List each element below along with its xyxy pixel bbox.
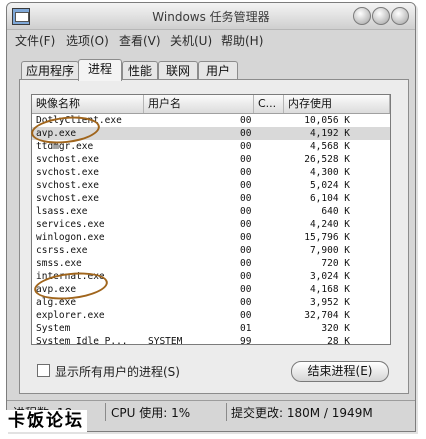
table-row[interactable]: System Idle P... SYSTEM 99 28 K xyxy=(32,335,390,345)
table-row[interactable]: svchost.exe 00 6,104 K xyxy=(32,192,390,205)
minimize-button[interactable] xyxy=(353,7,371,25)
process-user: SYSTEM xyxy=(148,336,183,345)
process-memory: 4,300 K xyxy=(309,167,350,178)
process-cpu: 00 xyxy=(240,297,252,308)
tab-applications[interactable]: 应用程序 xyxy=(21,61,79,80)
process-name: svchost.exe xyxy=(36,154,99,165)
table-row[interactable]: svchost.exe 00 4,300 K xyxy=(32,166,390,179)
table-row[interactable]: services.exe 00 4,240 K xyxy=(32,218,390,231)
process-cpu: 00 xyxy=(240,128,252,139)
column-header: 映像名称 用户名 C... 内存使用 xyxy=(32,95,390,114)
process-name: services.exe xyxy=(36,219,105,230)
menu-view[interactable]: 查看(V) xyxy=(119,32,161,49)
process-name: System Idle P... xyxy=(36,336,128,345)
menu-shutdown[interactable]: 关机(U) xyxy=(170,32,212,49)
process-memory: 28 K xyxy=(327,336,350,345)
process-memory: 4,192 K xyxy=(309,128,350,139)
process-cpu: 00 xyxy=(240,154,252,165)
process-cpu: 00 xyxy=(240,258,252,269)
process-memory: 5,024 K xyxy=(309,180,350,191)
process-cpu: 00 xyxy=(240,245,252,256)
menu-help[interactable]: 帮助(H) xyxy=(221,32,263,49)
status-divider xyxy=(105,403,106,421)
process-cpu: 00 xyxy=(240,180,252,191)
process-memory: 320 K xyxy=(321,323,350,334)
process-name: lsass.exe xyxy=(36,206,88,217)
close-button[interactable] xyxy=(391,7,409,25)
status-divider xyxy=(226,403,227,421)
menu-file[interactable]: 文件(F) xyxy=(15,32,55,49)
process-memory: 7,900 K xyxy=(309,245,350,256)
process-name: explorer.exe xyxy=(36,310,105,321)
process-cpu: 00 xyxy=(240,206,252,217)
process-name: svchost.exe xyxy=(36,167,99,178)
column-user-name[interactable]: 用户名 xyxy=(144,95,254,113)
tab-users[interactable]: 用户 xyxy=(198,61,238,80)
process-cpu: 00 xyxy=(240,193,252,204)
process-memory: 6,104 K xyxy=(309,193,350,204)
title-bar[interactable]: Windows 任务管理器 xyxy=(7,3,415,30)
process-cpu: 00 xyxy=(240,232,252,243)
process-memory: 640 K xyxy=(321,206,350,217)
show-all-users-label: 显示所有用户的进程(S) xyxy=(55,365,180,379)
process-memory: 4,168 K xyxy=(309,284,350,295)
process-memory: 720 K xyxy=(321,258,350,269)
column-memory[interactable]: 内存使用 xyxy=(284,95,390,113)
menu-bar: 文件(F) 选项(O) 查看(V) 关机(U) 帮助(H) xyxy=(7,29,415,49)
menu-options[interactable]: 选项(O) xyxy=(66,32,109,49)
maximize-button[interactable] xyxy=(372,7,390,25)
process-memory: 10,056 K xyxy=(304,115,350,126)
process-memory: 26,528 K xyxy=(304,154,350,165)
process-memory: 15,796 K xyxy=(304,232,350,243)
table-row[interactable]: ttdmgr.exe 00 4,568 K xyxy=(32,140,390,153)
table-row[interactable]: svchost.exe 00 5,024 K xyxy=(32,179,390,192)
end-process-button[interactable]: 结束进程(E) xyxy=(291,361,389,382)
status-commit-charge: 提交更改: 180M / 1949M xyxy=(231,406,373,420)
table-row[interactable]: svchost.exe 00 26,528 K xyxy=(32,153,390,166)
table-row[interactable]: System 01 320 K xyxy=(32,322,390,335)
column-image-name[interactable]: 映像名称 xyxy=(32,95,144,113)
process-name: smss.exe xyxy=(36,258,82,269)
tab-networking[interactable]: 联网 xyxy=(158,61,198,80)
process-name: csrss.exe xyxy=(36,245,88,256)
column-cpu[interactable]: C... xyxy=(254,95,284,113)
process-memory: 4,240 K xyxy=(309,219,350,230)
table-row[interactable]: smss.exe 00 720 K xyxy=(32,257,390,270)
process-memory: 3,952 K xyxy=(309,297,350,308)
tab-performance[interactable]: 性能 xyxy=(122,61,158,80)
task-manager-window: Windows 任务管理器 文件(F) 选项(O) 查看(V) 关机(U) 帮助… xyxy=(6,2,416,432)
process-cpu: 00 xyxy=(240,310,252,321)
tab-processes[interactable]: 进程 xyxy=(78,59,122,81)
process-cpu: 00 xyxy=(240,284,252,295)
process-name: winlogon.exe xyxy=(36,232,105,243)
process-name: System xyxy=(36,323,71,334)
process-cpu: 99 xyxy=(240,336,252,345)
process-cpu: 00 xyxy=(240,141,252,152)
process-cpu: 00 xyxy=(240,271,252,282)
table-row[interactable]: explorer.exe 00 32,704 K xyxy=(32,309,390,322)
process-name: svchost.exe xyxy=(36,180,99,191)
process-cpu: 00 xyxy=(240,167,252,178)
table-row[interactable]: csrss.exe 00 7,900 K xyxy=(32,244,390,257)
status-cpu-usage: CPU 使用: 1% xyxy=(111,406,191,420)
process-memory: 3,024 K xyxy=(309,271,350,282)
process-rows: DotlyClient.exe 00 10,056 Kavp.exe 00 4,192 … xyxy=(32,114,390,345)
table-row[interactable]: alg.exe 00 3,952 K xyxy=(32,296,390,309)
forum-watermark: 卡饭论坛 xyxy=(5,410,87,432)
process-memory: 4,568 K xyxy=(309,141,350,152)
show-all-users-checkbox[interactable] xyxy=(37,364,50,377)
process-name: svchost.exe xyxy=(36,193,99,204)
process-memory: 32,704 K xyxy=(304,310,350,321)
table-row[interactable]: winlogon.exe 00 15,796 K xyxy=(32,231,390,244)
table-row[interactable]: lsass.exe 00 640 K xyxy=(32,205,390,218)
process-cpu: 01 xyxy=(240,323,252,334)
process-cpu: 00 xyxy=(240,115,252,126)
process-cpu: 00 xyxy=(240,219,252,230)
